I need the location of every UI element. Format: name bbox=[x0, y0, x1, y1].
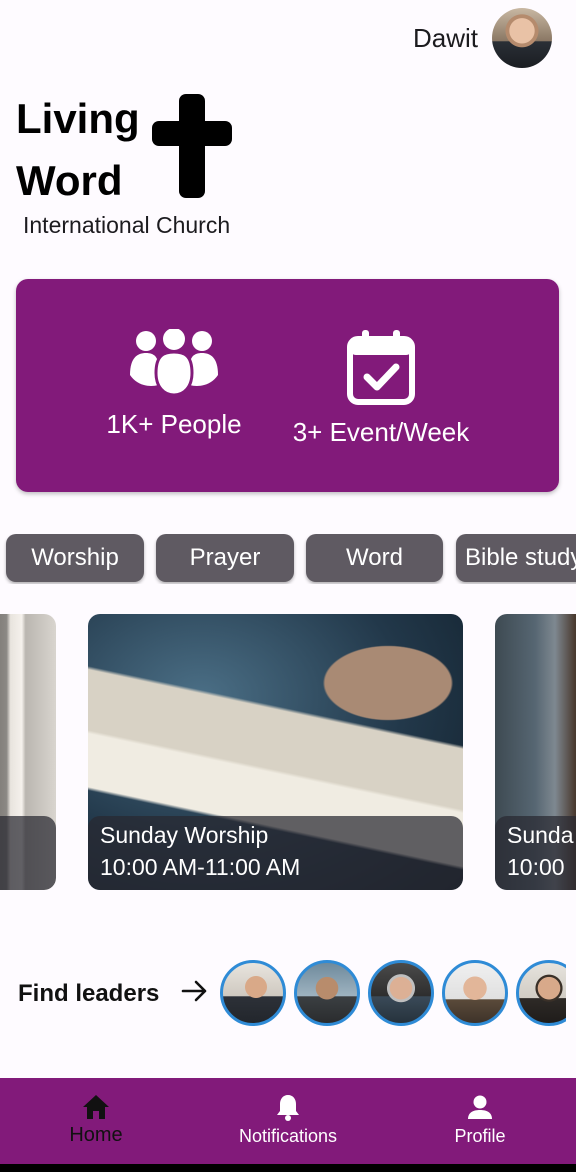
event-carousel[interactable]: Sunday Worship 10:00 AM-11:00 AM Sunda 1… bbox=[0, 614, 576, 892]
nav-profile-label: Profile bbox=[454, 1126, 506, 1146]
cross-icon bbox=[152, 94, 232, 198]
chip-bible-study[interactable]: Bible study bbox=[456, 534, 576, 582]
event-card[interactable]: Sunda 10:00 bbox=[495, 614, 576, 890]
brand-title: Living Word bbox=[16, 88, 140, 212]
people-count-label: 1K+ People bbox=[106, 409, 242, 439]
nav-notifications[interactable]: Notifications bbox=[192, 1078, 384, 1164]
bottom-nav: Home Notifications Profile bbox=[0, 1078, 576, 1164]
leader-avatar[interactable] bbox=[220, 960, 286, 1026]
category-chips: Worship Prayer Word Bible study bbox=[0, 534, 576, 584]
stats-card: 1K+ People 3+ Event/Week bbox=[16, 279, 559, 492]
nav-home-label: Home bbox=[69, 1124, 123, 1146]
chip-prayer[interactable]: Prayer bbox=[156, 534, 294, 582]
event-time: 10:00 bbox=[507, 854, 565, 880]
bell-icon bbox=[277, 1095, 299, 1121]
chip-word[interactable]: Word bbox=[306, 534, 443, 582]
user-chip[interactable]: Dawit bbox=[413, 8, 552, 68]
event-title: Sunday Worship bbox=[100, 822, 269, 848]
leader-avatar[interactable] bbox=[442, 960, 508, 1026]
chip-worship[interactable]: Worship bbox=[6, 534, 144, 582]
leader-avatar-list[interactable] bbox=[220, 960, 566, 1028]
home-icon bbox=[83, 1095, 109, 1119]
stat-people: 1K+ People bbox=[104, 329, 244, 440]
nav-notifications-label: Notifications bbox=[238, 1126, 338, 1146]
events-count-label: 3+ Event/Week bbox=[292, 417, 470, 447]
leader-avatar[interactable] bbox=[516, 960, 566, 1026]
brand-title-line2: Word bbox=[16, 157, 123, 204]
event-title: Sunda bbox=[507, 822, 574, 848]
people-group-icon bbox=[130, 329, 218, 397]
event-card[interactable]: Sunday Worship 10:00 AM-11:00 AM bbox=[88, 614, 463, 890]
event-card[interactable] bbox=[0, 614, 56, 890]
brand-subtitle: International Church bbox=[23, 212, 231, 238]
leader-avatar[interactable] bbox=[294, 960, 360, 1026]
event-card-overlay: Sunday Worship 10:00 AM-11:00 AM bbox=[88, 816, 463, 890]
stat-events: 3+ Event/Week bbox=[288, 329, 474, 448]
leaders-section: Find leaders bbox=[0, 958, 576, 1028]
brand-title-line1: Living bbox=[16, 95, 140, 142]
nav-profile[interactable]: Profile bbox=[384, 1078, 576, 1164]
arrow-right-icon[interactable] bbox=[180, 976, 210, 1006]
event-time: 10:00 AM-11:00 AM bbox=[100, 854, 301, 880]
leader-avatar[interactable] bbox=[368, 960, 434, 1026]
event-card-overlay bbox=[0, 816, 56, 890]
person-icon bbox=[468, 1095, 492, 1119]
find-leaders-label: Find leaders bbox=[18, 980, 160, 1007]
nav-home[interactable]: Home bbox=[0, 1078, 192, 1164]
system-bar bbox=[0, 1164, 576, 1172]
event-card-overlay: Sunda 10:00 bbox=[495, 816, 576, 890]
calendar-check-icon bbox=[347, 330, 415, 405]
user-avatar[interactable] bbox=[492, 8, 552, 68]
user-name: Dawit bbox=[412, 22, 478, 53]
